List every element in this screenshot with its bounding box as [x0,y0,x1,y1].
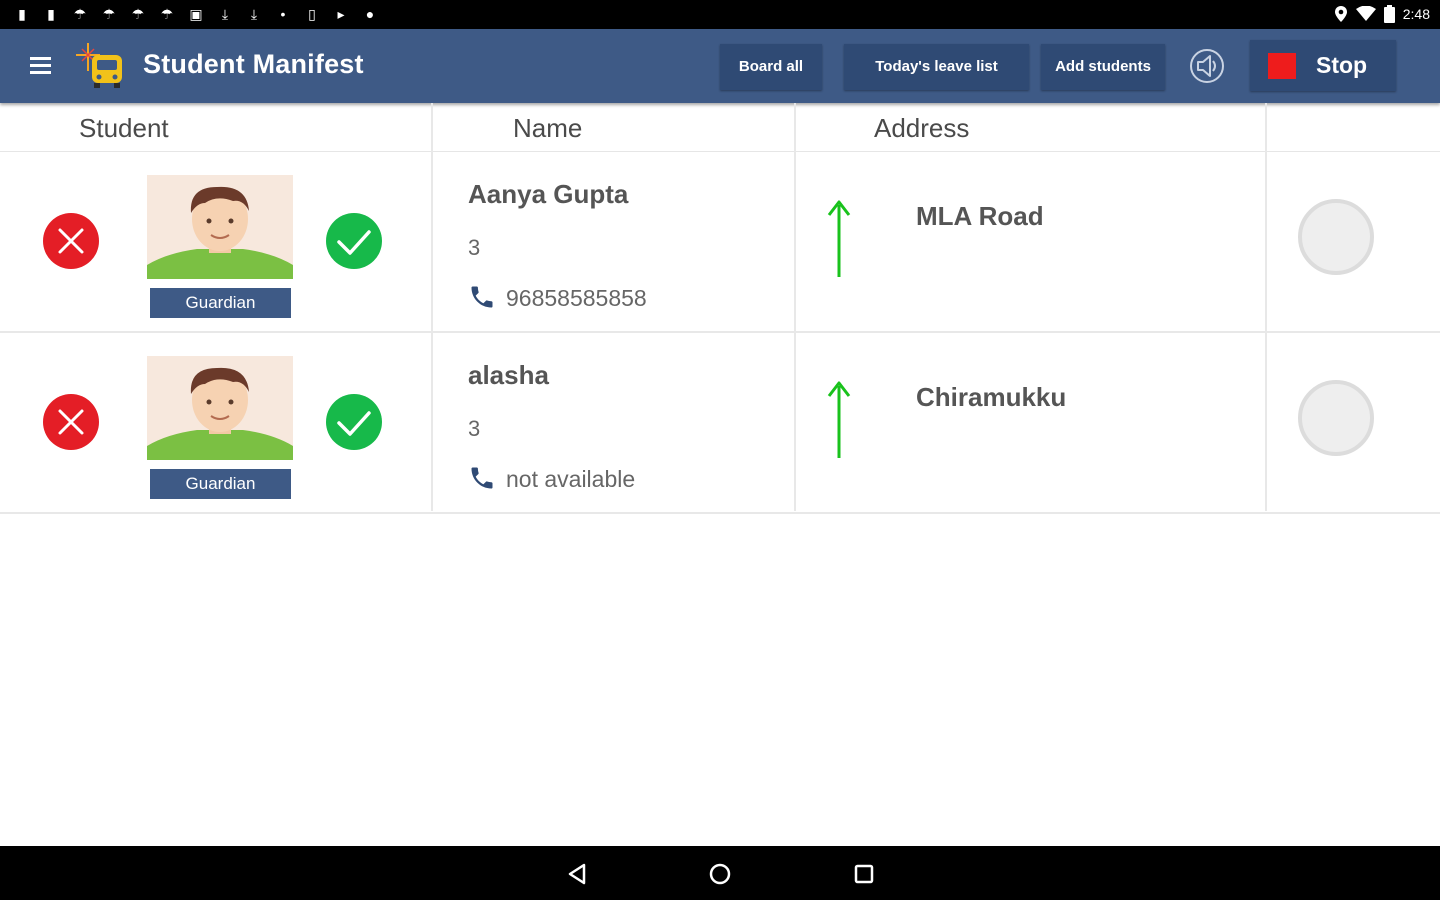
student-name: alasha [468,360,549,390]
notification-icon: ▮ [47,6,55,22]
guardian-button[interactable]: Guardian [150,288,291,318]
menu-icon-line [30,71,51,74]
recents-icon[interactable] [851,861,877,887]
dot-icon: • [280,6,286,22]
student-grade: 3 [468,416,481,441]
arrow-up-icon [827,200,851,277]
status-toggle[interactable] [1298,380,1374,456]
check-icon [337,411,371,436]
play-store-icon: ▸ [337,6,345,22]
column-header-student: Student [79,113,169,143]
column-header-address: Address [874,113,970,143]
student-photo[interactable] [147,356,293,460]
umbrella-icon: ☂ [131,6,145,22]
stop-icon [1268,53,1296,79]
image-icon: ▣ [189,6,203,22]
add-students-button[interactable]: Add students [1041,44,1165,90]
notification-icons: ▮ ▮ ☂ ☂ ☂ ☂ ▣ ⤓ ⤓ • ▯ ▸ ● [14,5,378,23]
student-grade: 3 [468,235,481,260]
todays-leave-list-button[interactable]: Today's leave list [844,44,1029,90]
status-bar: ▮ ▮ ☂ ☂ ☂ ☂ ▣ ⤓ ⤓ • ▯ ▸ ● 2:48 [0,0,1440,29]
status-toggle[interactable] [1298,199,1374,275]
phone-icon[interactable] [468,283,496,311]
umbrella-icon: ☂ [73,6,87,22]
home-icon[interactable] [707,861,733,887]
student-address: Chiramukku [916,382,1067,412]
screen: ▮ ▮ ☂ ☂ ☂ ☂ ▣ ⤓ ⤓ • ▯ ▸ ● 2:48 Student M… [0,0,1440,900]
notification-icon: ▮ [18,6,26,22]
umbrella-icon: ☂ [102,6,116,22]
speaker-icon[interactable] [1188,47,1226,85]
stop-button-label: Stop [1316,52,1368,78]
download-icon: ⤓ [250,6,258,22]
student-address: MLA Road [916,201,1044,231]
table-row: Guardian Aanya Gupta 3 96858585858 MLA R… [0,151,1440,333]
table-header: Student Name Address [0,103,1440,152]
app-bar: Student Manifest Board all Today's leave… [0,29,1440,103]
navigation-bar [0,846,1440,900]
stop-button[interactable]: Stop [1250,40,1396,91]
phone-icon[interactable] [468,464,496,492]
accept-button[interactable] [326,394,382,450]
guardian-button[interactable]: Guardian [150,469,291,499]
battery-icon [1383,5,1395,23]
reject-button[interactable] [43,213,99,269]
arrow-up-icon [827,381,851,458]
close-icon [58,228,84,254]
board-all-button[interactable]: Board all [720,44,822,90]
menu-icon-line [30,57,51,60]
table-row: Guardian alasha 3 not available Chiramuk… [0,332,1440,514]
back-icon[interactable] [564,861,590,887]
close-icon [58,409,84,435]
student-phone[interactable]: not available [506,466,635,493]
student-photo[interactable] [147,175,293,279]
column-header-name: Name [513,113,583,143]
location-icon [1334,6,1347,22]
check-icon [337,230,371,255]
wifi-icon [1355,6,1376,21]
system-status: 2:48 [1334,5,1430,23]
accept-button[interactable] [326,213,382,269]
sim-icon: ▯ [308,6,316,22]
bus-logo-icon [76,43,122,88]
location-icon: ● [365,6,375,22]
umbrella-icon: ☂ [160,6,174,22]
page-title: Student Manifest [143,49,364,79]
reject-button[interactable] [43,394,99,450]
menu-icon-line [30,64,51,67]
student-phone[interactable]: 96858585858 [506,285,647,312]
menu-button[interactable] [26,51,56,81]
clock: 2:48 [1402,6,1430,22]
download-icon: ⤓ [221,6,229,22]
student-name: Aanya Gupta [468,179,629,209]
